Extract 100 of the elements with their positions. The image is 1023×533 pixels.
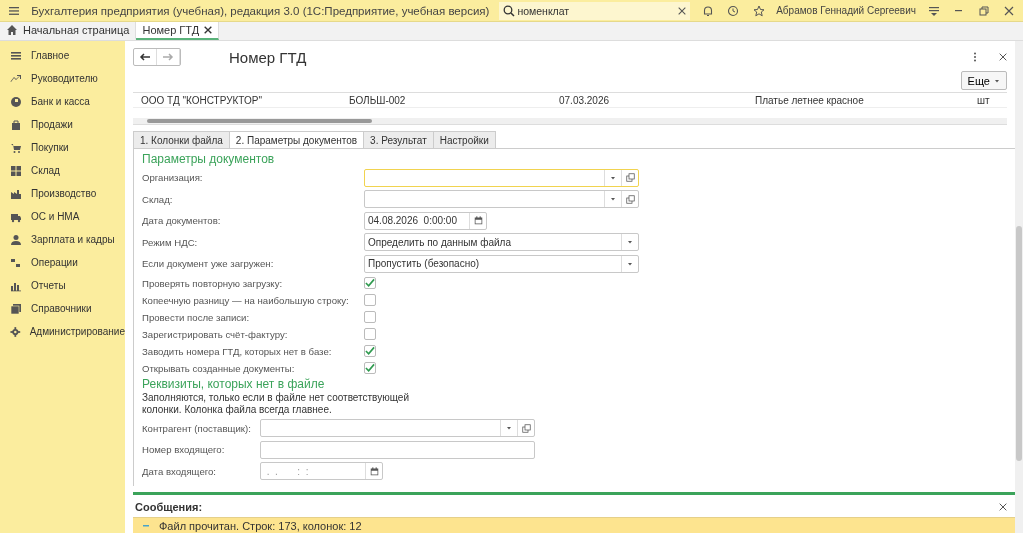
checkbox[interactable] [364,328,376,340]
sidebar-item[interactable]: Покупки [0,136,125,159]
form-tab[interactable]: Настройки [432,131,496,148]
restore-icon [978,4,991,17]
check-icon [365,278,375,288]
table-cell-text: БОЛЬШ-002 [349,94,407,106]
table-cell-text: шт [977,94,991,106]
caret-icon [627,239,633,246]
select-field[interactable]: Определить по данным файла [364,233,639,252]
bag-icon [10,118,22,131]
checkbox[interactable] [364,311,376,323]
close-icon [204,26,213,34]
table-cell-text: 07.03.2026 [559,94,611,106]
text-field[interactable] [260,440,535,459]
field-label: Если документ уже загружен: [142,258,275,270]
history-icon [727,4,740,17]
date-field[interactable]: 04.08.2026 0:00:00 [364,211,487,230]
caret-icon [610,196,616,203]
sidebar-item[interactable]: Главное [0,44,125,67]
caret-icon [506,425,512,432]
calendar-icon [473,216,483,226]
close-icon [678,6,687,15]
form-tab[interactable]: 1. Колонки файла [133,131,230,148]
back-arrow-icon [139,51,151,63]
sidebar-item[interactable]: Склад [0,159,125,182]
close-icon [1003,4,1016,17]
field-label: Склад: [142,193,174,205]
field-label: Организация: [142,172,204,184]
checkbox[interactable] [364,294,376,306]
search-field[interactable]: номенклат [499,1,691,20]
sidebar-item[interactable]: Производство [0,182,125,205]
checkbox[interactable] [364,345,376,357]
menu-icon [7,4,20,17]
grid-icon [10,164,22,177]
sidebar-item[interactable]: Администрирование [0,320,125,343]
checkbox-label: Копеечную разницу — на наибольшую строку: [142,294,350,306]
caret-icon [627,260,633,267]
menu-icon [10,49,22,62]
caret-icon [994,77,1000,84]
settings-icon [927,4,940,17]
sidebar-item[interactable]: ОС и НМА [0,205,125,228]
person-icon [10,233,22,246]
section-heading: Реквизиты, которых нет в файле [142,376,326,392]
form-tab[interactable]: 2. Параметры документов [228,131,365,148]
coin-icon [10,95,22,108]
cart-icon [10,141,22,154]
open-icon [521,423,531,433]
combo-field[interactable] [260,419,535,438]
forward-arrow-icon [162,51,174,63]
messages-title: Сообщения: [135,501,203,513]
app-title: Бухгалтерия предприятия (учебная), редакция 3.0 (1С:Предприятие, учебная версия) [31,4,490,17]
debit-credit-icon [10,256,22,269]
field-label: Режим НДС: [142,236,199,248]
sidebar-item[interactable]: Операции [0,251,125,274]
field-label: Дата документов: [142,215,222,227]
window-tab[interactable]: Номер ГТД [136,22,220,40]
message-text: Файл прочитан. Строк: 173, колонок: 12 [159,519,362,532]
close-icon [999,53,1007,61]
books-icon [10,302,22,315]
user-name[interactable]: Абрамов Геннадий Сергеевич [776,5,916,16]
combo-field[interactable] [364,190,639,209]
combo-field[interactable] [364,168,639,187]
table-cell-text: Платье летнее красное [755,94,865,106]
sidebar-item[interactable]: Отчеты [0,274,125,297]
table-cell-text: ООО ТД "КОНСТРУКТОР" [141,94,263,106]
checkbox-label: Зарегистрировать счёт-фактуру: [142,328,289,340]
close-icon [999,503,1007,511]
checkbox-label: Заводить номера ГТД, которых нет в базе: [142,345,333,357]
sidebar-item[interactable]: Продажи [0,113,125,136]
checkbox-label: Открывать созданные документы: [142,362,296,374]
sidebar-item[interactable]: Руководителю [0,67,125,90]
sidebar-item[interactable]: Зарплата и кадры [0,228,125,251]
search-icon [503,4,516,17]
sidebar-item[interactable]: Справочники [0,297,125,320]
bell-icon [702,4,715,17]
section-heading: Параметры документов [142,152,276,167]
minimize-icon [955,9,963,12]
form-title: Номер ГТД [229,48,308,66]
factory-icon [10,187,22,200]
trend-icon [10,72,22,85]
open-icon [625,194,635,204]
field-label: Дата входящего: [142,465,218,477]
sidebar-item[interactable]: Банк и касса [0,90,125,113]
checkbox-label: Провести после записи: [142,311,251,323]
section-note: Заполняются, только если в файле нет соответствующей колонки. Колонка файла всегда главнее. [142,391,410,416]
open-icon [625,173,635,183]
field-label: Номер входящего: [142,444,226,456]
checkbox[interactable] [364,362,376,374]
scrollbar-thumb[interactable] [1016,226,1022,461]
checkbox-label: Проверять повторную загрузку: [142,277,284,289]
field-label: Контрагент (поставщик): [142,422,252,434]
form-tab[interactable]: 3. Результат [363,131,434,148]
more-button[interactable]: Еще [960,71,1007,90]
calendar-icon [369,466,379,476]
scrollbar-thumb[interactable] [147,119,372,123]
star-icon [752,4,765,17]
checkbox[interactable] [364,277,376,289]
select-field[interactable]: Пропустить (безопасно) [364,254,639,273]
home-icon [6,24,18,36]
caret-icon [610,174,616,181]
